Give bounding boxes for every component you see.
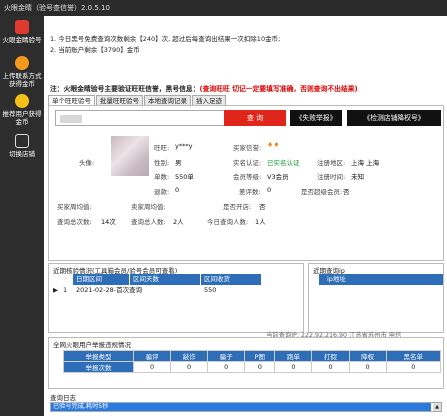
check-shop-button[interactable]: 《检测店铺降权号》	[347, 110, 441, 126]
header-cell: P图	[244, 350, 276, 362]
wangwang-value: y***y	[175, 142, 193, 150]
report-section: 全网火眼用户举报违规情况 举报类型 骗评 敲诈 骗子 P图 跑单 打假 降权 黑…	[48, 337, 444, 389]
query-button[interactable]: 查 询	[224, 110, 286, 126]
door-exit-icon	[15, 134, 29, 148]
black-count-label: 差评数:	[239, 188, 261, 196]
total-people-label: 查询总人数:	[131, 218, 166, 226]
today-people-value: 1人	[255, 218, 266, 226]
log-list[interactable]: 已验号完成,耗时5秒 ▲	[50, 402, 442, 412]
is-seller-label: 是否开店:	[223, 203, 252, 211]
orders-label: 单数:	[154, 173, 170, 181]
column-header[interactable]: 区间天数	[130, 274, 200, 285]
black-count-value: 0	[267, 186, 272, 194]
real-name-value: 已实名认证	[267, 159, 300, 167]
refund-value: 0	[175, 186, 180, 194]
buyer-week-label: 买家周均值:	[57, 203, 92, 211]
today-people-label: 今日查询人数:	[207, 218, 249, 226]
cell: 0	[244, 361, 276, 373]
header-cell: 骗子	[207, 350, 246, 362]
wangwang-label: 旺旺:	[154, 144, 170, 152]
fire-eye-icon	[15, 20, 29, 34]
cell: 0	[311, 361, 350, 373]
header-cell: 降权	[348, 350, 387, 362]
log-label: 查询日志	[50, 394, 76, 402]
sidebar-item-refer[interactable]: 推荐用户获得金币	[0, 94, 44, 126]
column-header[interactable]: 区间收货	[201, 274, 261, 285]
warning-red: (查询旺旺 切记一定要填写准确，否则查询不出结果)	[199, 85, 358, 93]
header-cell: 打假	[311, 350, 350, 362]
reg-time-label: 注册时间:	[317, 173, 346, 181]
header-cell: 跑单	[274, 350, 313, 362]
heart-icon: ♦♦	[267, 141, 280, 149]
row-date[interactable]: 2021-02-28-首次查询	[73, 285, 199, 295]
warning-prefix: 注：火眼金睛验号主要验证旺旺信誉，黑号信息：	[50, 85, 200, 93]
cell: 0	[274, 361, 313, 373]
seller-week-label: 卖家周均值:	[131, 203, 166, 211]
header-cell: 敲诈	[170, 350, 209, 362]
avatar-label: 头像:	[79, 159, 95, 167]
cell: 0	[207, 361, 246, 373]
sidebar: 火眼金睛验号 上传联系方式获得金币 推荐用户获得金币 切换店铺	[0, 16, 44, 416]
sidebar-item-switch-shop[interactable]: 切换店铺	[0, 134, 44, 158]
sidebar-item-label: 推荐用户获得金币	[2, 110, 42, 126]
warning-text: 注：火眼金睛验号主要验证旺旺信誉，黑号信息：(查询旺旺 切记一定要填写准确，否则…	[50, 83, 358, 93]
avatar	[111, 136, 149, 176]
reg-time-value: 未知	[351, 173, 364, 181]
notice-line: 2. 当前账户剩余【3790】金币	[50, 46, 140, 54]
gender-value: 男	[175, 159, 182, 167]
member-level-label: 会员等级:	[233, 173, 262, 181]
total-people-value: 2人	[173, 218, 184, 226]
super-member-label: 是否超级会员:	[301, 188, 343, 196]
sidebar-item-upload[interactable]: 上传联系方式获得金币	[0, 56, 44, 88]
member-level-value: V3会员	[267, 173, 289, 181]
report-table: 举报类型 骗评 敲诈 骗子 P图 跑单 打假 降权 黑名单 举报次数 0 0 0…	[63, 350, 442, 373]
cell: 0	[348, 361, 387, 373]
buyer-credit-label: 买家信誉:	[233, 144, 262, 152]
upload-icon	[15, 56, 29, 70]
reg-location-value: 上海 上海	[351, 159, 380, 167]
face-icon	[15, 94, 29, 108]
sidebar-item-label: 切换店铺	[9, 150, 35, 158]
cell: 0	[170, 361, 209, 373]
window-title: 火眼金睛（验号查信誉）2.0.5.10	[0, 0, 447, 16]
reg-location-label: 注册地区:	[317, 159, 346, 167]
real-name-label: 实名认证:	[233, 159, 262, 167]
row-received[interactable]: 550	[201, 285, 261, 295]
cell: 0	[132, 361, 172, 373]
column-header[interactable]: ip地址	[319, 274, 443, 285]
section-title: 全网火眼用户举报违规情况	[53, 341, 131, 349]
orders-value: 550单	[175, 173, 194, 181]
scroll-arrow-icon[interactable]: ▲	[433, 403, 441, 411]
gender-label: 性别:	[154, 159, 170, 167]
notice-line: 1. 今日黑号免费查询次数剩余【240】次, 超过后每查询出结果一次扣除10金币…	[50, 35, 281, 43]
profile-panel: 查 询 《失败举报》 《检测店铺降权号》 头像: 旺旺: y***y 性别: 男…	[48, 105, 444, 261]
column-header[interactable]: 日期区间	[73, 274, 129, 285]
sidebar-item-label: 火眼金睛验号	[2, 36, 42, 44]
main-panel: 1. 今日黑号免费查询次数剩余【240】次, 超过后每查询出结果一次扣除10金币…	[44, 16, 447, 416]
row-label: 举报次数	[63, 361, 134, 373]
sidebar-item-verify[interactable]: 火眼金睛验号	[0, 20, 44, 44]
refund-label: 退款:	[154, 188, 170, 196]
report-failure-button[interactable]: 《失败举报》	[290, 110, 342, 126]
log-entry[interactable]: 已验号完成,耗时5秒	[51, 403, 431, 411]
total-queries-value: 14次	[101, 218, 116, 226]
notices: 1. 今日黑号免费查询次数剩余【240】次, 超过后每查询出结果一次扣除10金币…	[50, 34, 280, 56]
header-cell: 骗评	[132, 350, 172, 362]
cell: 0	[385, 361, 442, 373]
blurred-text	[60, 115, 82, 123]
header-cell: 黑名单	[385, 350, 442, 362]
row-index: 1	[63, 286, 68, 294]
recent-check-section: 近期核验情况(工具箱会员/验号会员可查看) 日期区间 区间天数 区间收货 ▶ 1…	[48, 263, 304, 333]
super-member-value: 否	[343, 188, 350, 196]
sidebar-item-label: 上传联系方式获得金币	[2, 72, 42, 88]
is-seller-value: 否	[259, 203, 266, 211]
recent-query-section: 近期查询ip ip地址	[308, 263, 444, 333]
row-indicator: ▶	[53, 286, 58, 294]
total-queries-label: 查询总次数:	[57, 218, 92, 226]
header-cell: 举报类型	[63, 350, 134, 362]
